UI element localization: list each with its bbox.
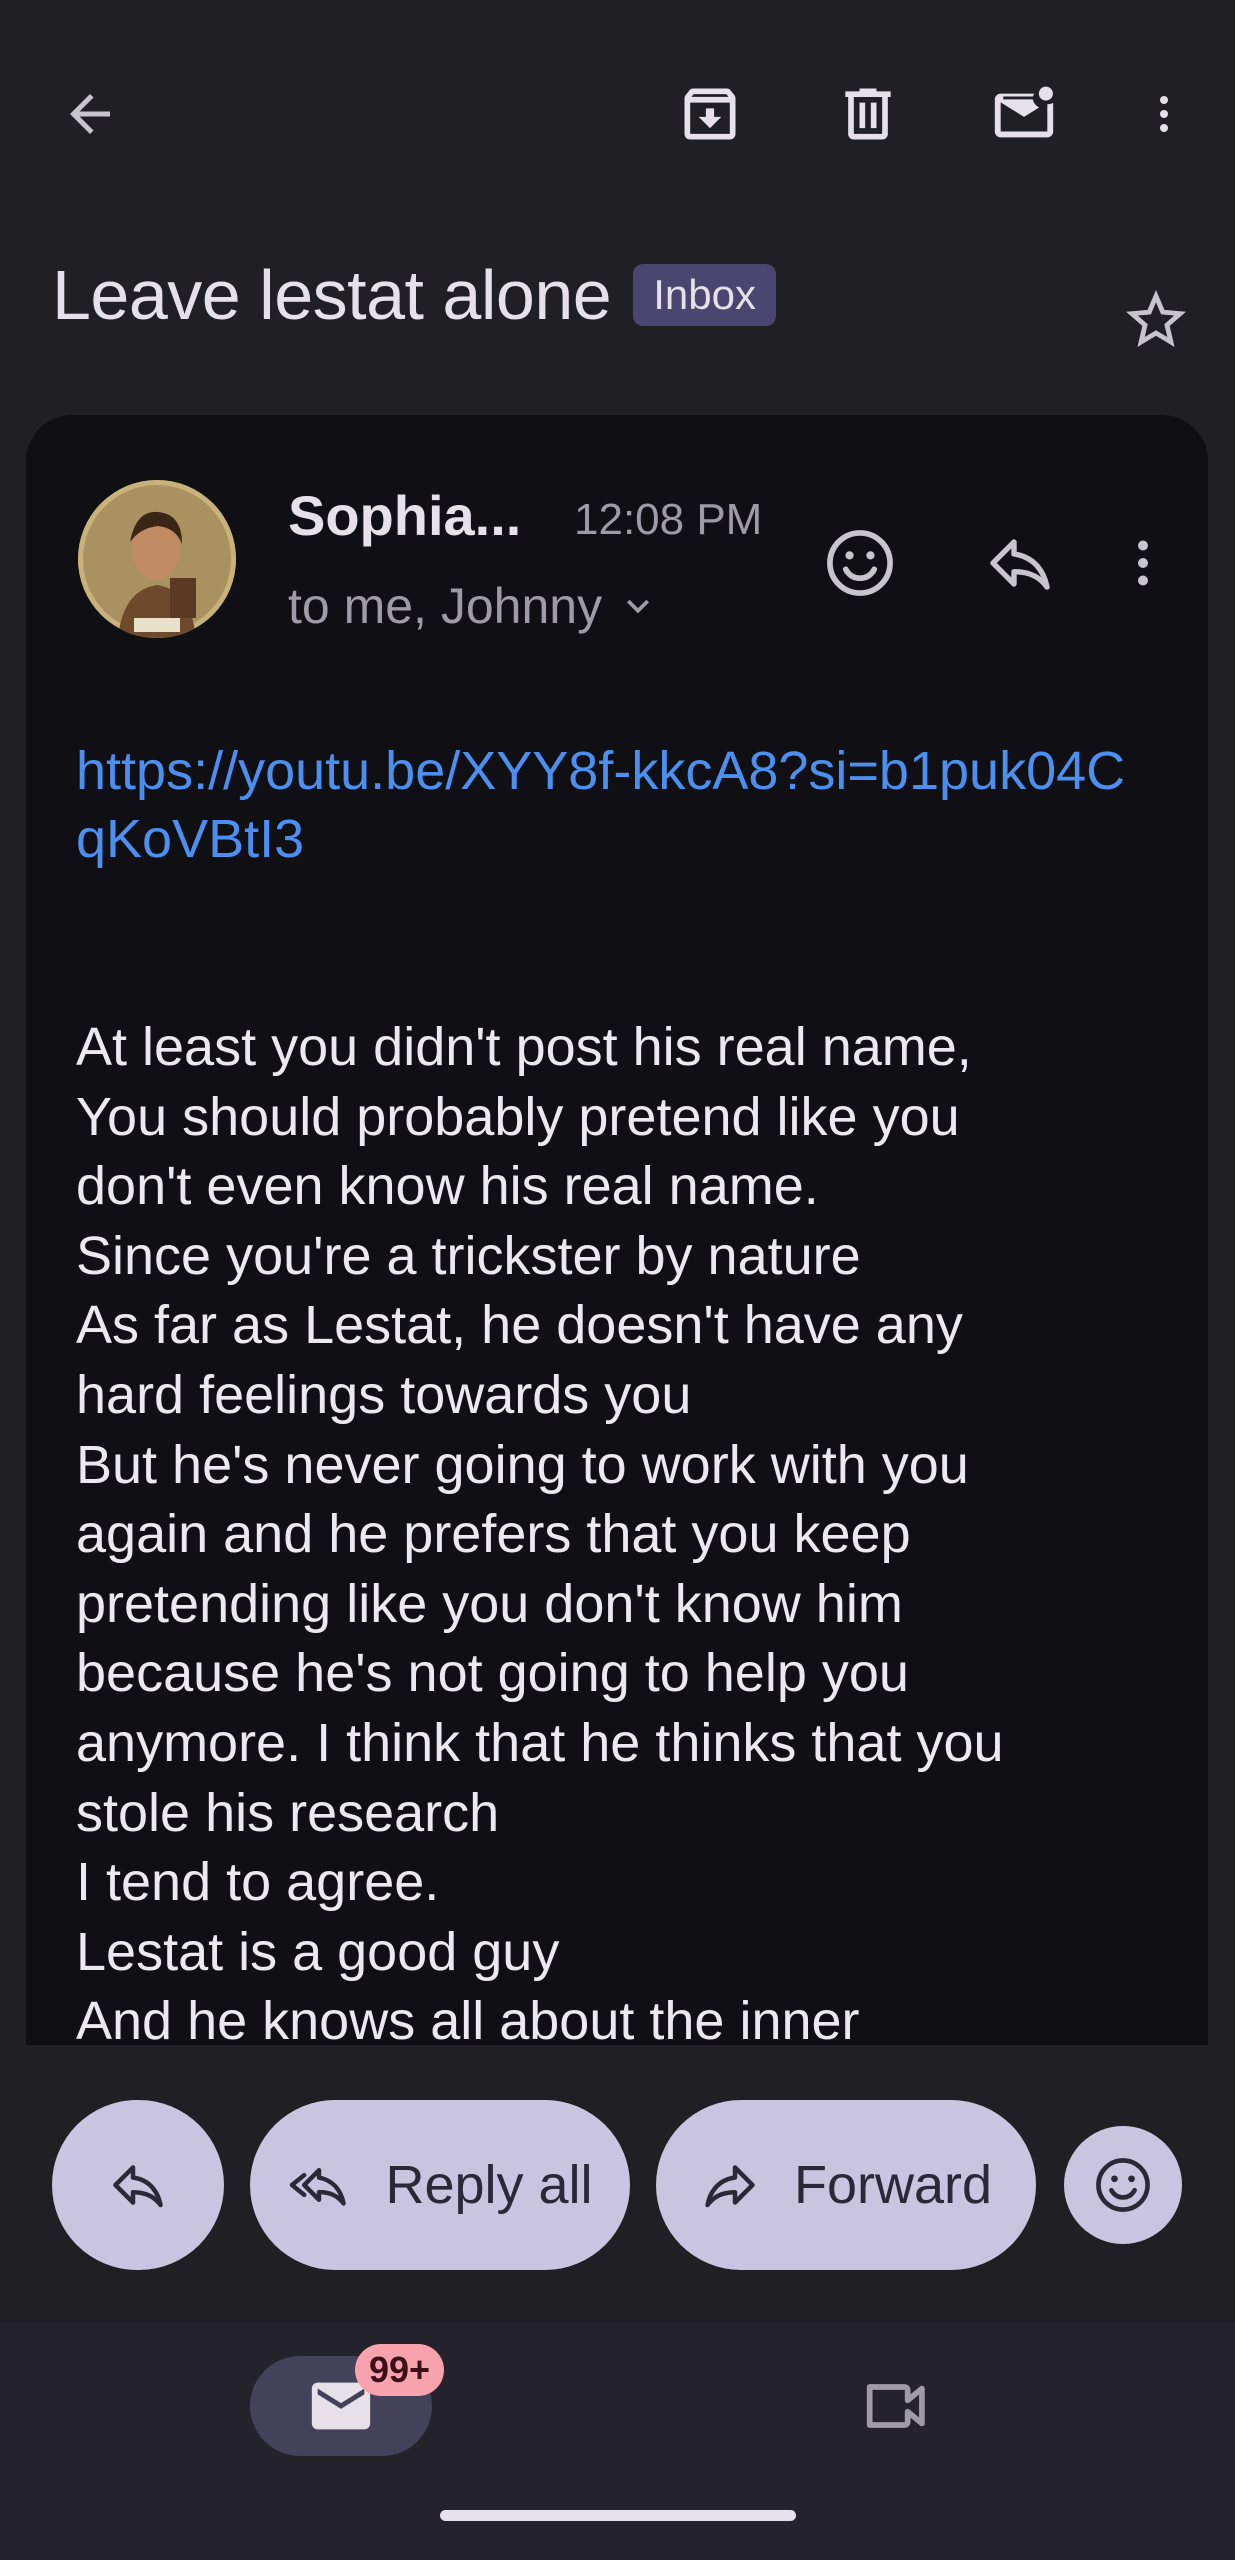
top-toolbar (0, 0, 1235, 230)
back-button[interactable] (48, 72, 132, 156)
add-reaction-button[interactable] (804, 507, 916, 619)
home-indicator[interactable] (440, 2510, 796, 2521)
body-line: hard feelings towards you (76, 1364, 692, 1425)
video-camera-icon (866, 2384, 925, 2428)
message-body: At least you didn't post his real name, … (76, 1013, 1186, 2045)
message-time: 12:08 PM (574, 495, 763, 544)
body-line: Lestat is a good guy (76, 1921, 560, 1982)
recipients-toggle[interactable]: to me, Johnny (288, 577, 660, 635)
body-line: pretending like you don't know him (76, 1573, 903, 1634)
sender-name[interactable]: Sophia... (288, 483, 521, 548)
inbox-label-chip[interactable]: Inbox (633, 264, 776, 326)
star-outline-icon (1126, 290, 1186, 347)
forward-button[interactable]: Forward (656, 2100, 1036, 2270)
reply-all-label: Reply all (385, 2155, 593, 2215)
body-line: And he knows all about the inner (76, 1991, 860, 2045)
recipients-text: to me, Johnny (288, 578, 603, 634)
body-line: But he's never going to work with you (76, 1434, 969, 1495)
body-line: I tend to agree. (76, 1852, 440, 1913)
more-options-button[interactable] (1140, 72, 1188, 156)
archive-button[interactable] (668, 72, 752, 156)
message-card: Sophia... 12:08 PM to me, Johnny https:/… (26, 415, 1208, 2045)
more-vertical-icon (1138, 540, 1148, 586)
body-line: At least you didn't post his real name, (76, 1017, 972, 1077)
meet-tab[interactable] (855, 2366, 935, 2446)
reply-icon (113, 2165, 163, 2208)
body-line: because he's not going to help you (76, 1643, 909, 1704)
body-line: Since you're a trickster by nature (76, 1225, 861, 1286)
reply-icon-button[interactable] (964, 507, 1076, 619)
message-more-button[interactable] (1108, 507, 1178, 619)
body-line: You should probably pretend like you (76, 1086, 960, 1147)
youtube-link[interactable]: https://youtu.be/XYY8f-kkcA8?si=b1puk04C… (76, 737, 1126, 873)
bottom-navigation: 99+ (0, 2322, 1235, 2560)
email-subject: Leave lestat alone (52, 256, 612, 334)
reply-actions-bar: Reply all Forward (0, 2100, 1235, 2270)
mark-unread-button[interactable] (982, 72, 1066, 156)
mark-unread-icon (994, 86, 1054, 138)
sender-avatar[interactable] (78, 480, 236, 638)
body-line: stole his research (76, 1782, 500, 1843)
delete-button[interactable] (826, 72, 910, 156)
archive-icon (684, 88, 736, 140)
trash-icon (845, 88, 891, 140)
forward-icon (705, 2165, 755, 2208)
more-vertical-icon (1160, 96, 1168, 132)
body-line: don't even know his real name. (76, 1156, 819, 1217)
reply-button[interactable] (52, 2100, 224, 2270)
subject-row: Leave lestat alone Inbox (52, 250, 776, 340)
chevron-down-icon (627, 599, 650, 614)
react-emoji-button[interactable] (1064, 2126, 1182, 2244)
star-button[interactable] (1118, 282, 1194, 358)
reply-all-button[interactable]: Reply all (250, 2100, 630, 2270)
body-line: anymore. I think that he thinks that you (76, 1712, 1004, 1773)
body-line: As far as Lestat, he doesn't have any (76, 1295, 963, 1356)
reply-all-icon (290, 2168, 347, 2206)
body-line: again and he prefers that you keep (76, 1504, 911, 1565)
reply-icon (990, 539, 1050, 590)
arrow-back-icon (70, 94, 110, 134)
forward-label: Forward (793, 2155, 993, 2215)
unread-count-badge: 99+ (355, 2344, 445, 2396)
emoji-icon (1096, 2158, 1150, 2212)
emoji-icon (827, 530, 893, 596)
